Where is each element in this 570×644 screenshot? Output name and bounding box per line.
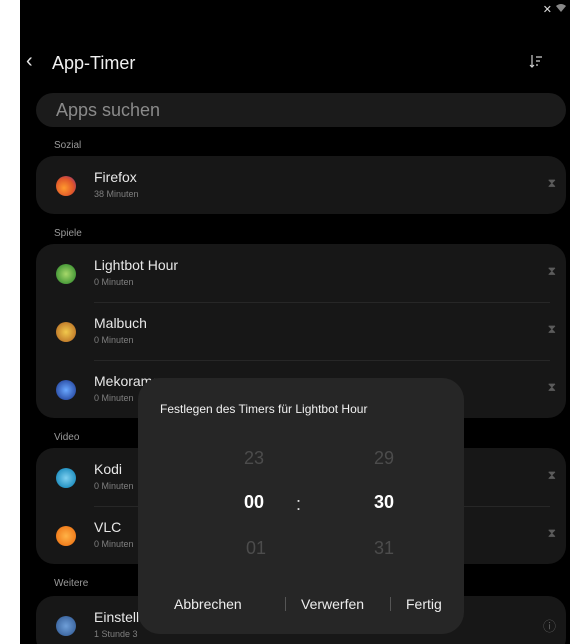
app-usage: 38 Minuten <box>94 189 139 199</box>
status-bar: ✕ <box>543 3 566 16</box>
cancel-button[interactable]: Abbrechen <box>174 596 242 612</box>
minute-prev: 29 <box>374 448 395 468</box>
app-usage: 0 Minuten <box>94 539 134 549</box>
app-usage: 0 Minuten <box>94 393 134 403</box>
info-icon[interactable]: ⓘ <box>543 616 556 635</box>
back-icon[interactable]: ‹ <box>26 50 33 73</box>
app-name: Malbuch <box>94 315 147 331</box>
button-divider <box>390 597 391 611</box>
hourglass-icon[interactable]: ⧗ <box>548 322 556 337</box>
hourglass-icon[interactable]: ⧗ <box>548 264 556 279</box>
discard-button[interactable]: Verwerfen <box>301 596 364 612</box>
app-name: Kodi <box>94 461 123 477</box>
app-usage: 1 Stunde 3 <box>94 629 138 639</box>
app-name: VLC <box>94 519 122 535</box>
app-row-malbuch[interactable]: Malbuch 0 Minuten ⧗ <box>36 302 566 360</box>
dialog-title: Festlegen des Timers für Lightbot Hour <box>160 402 368 416</box>
section-label: Video <box>54 432 80 443</box>
hourglass-icon[interactable]: ⧗ <box>548 176 556 191</box>
app-name: Lightbot Hour <box>94 257 179 273</box>
app-usage: 0 Minuten <box>94 481 134 491</box>
mekorama-icon <box>56 380 76 400</box>
firefox-icon <box>56 176 76 196</box>
section-label: Weitere <box>54 578 89 589</box>
section-label: Sozial <box>54 140 82 151</box>
hourglass-icon[interactable]: ⧗ <box>548 468 556 483</box>
wifi-icon <box>556 3 566 16</box>
hourglass-icon[interactable]: ⧗ <box>548 526 556 541</box>
app-row-firefox[interactable]: Firefox 38 Minuten ⧗ <box>36 156 566 214</box>
app-usage: 0 Minuten <box>94 335 134 345</box>
mute-icon: ✕ <box>542 4 552 16</box>
hour-prev: 23 <box>244 448 265 468</box>
button-divider <box>285 597 286 611</box>
settings-icon <box>56 616 76 636</box>
app-timer-screen: ✕ ‹ App-Timer Apps suchen Sozial Firefox… <box>20 0 570 644</box>
app-row-lightbot[interactable]: Lightbot Hour 0 Minuten ⧗ <box>36 244 566 302</box>
malbuch-icon <box>56 322 76 342</box>
sort-icon[interactable] <box>529 54 543 71</box>
minute-current[interactable]: 30 <box>374 492 394 513</box>
page-title: App-Timer <box>52 53 136 73</box>
hourglass-icon[interactable]: ⧗ <box>548 380 556 395</box>
done-button[interactable]: Fertig <box>406 596 442 612</box>
search-input[interactable]: Apps suchen <box>36 93 566 127</box>
timer-dialog: Festlegen des Timers für Lightbot Hour 2… <box>138 378 464 634</box>
app-usage: 0 Minuten <box>94 277 134 287</box>
hour-next: 01 <box>246 538 267 558</box>
hour-current[interactable]: 00 <box>244 492 264 513</box>
app-bar: ‹ App-Timer <box>20 46 570 82</box>
time-separator: : <box>296 494 302 514</box>
search-placeholder: Apps suchen <box>56 100 161 120</box>
vlc-icon <box>56 526 76 546</box>
app-name: Firefox <box>94 169 137 185</box>
kodi-icon <box>56 468 76 488</box>
lightbot-icon <box>56 264 76 284</box>
minute-next: 31 <box>374 538 395 558</box>
section-label: Spiele <box>54 228 82 239</box>
app-list-card: Firefox 38 Minuten ⧗ <box>36 156 566 214</box>
